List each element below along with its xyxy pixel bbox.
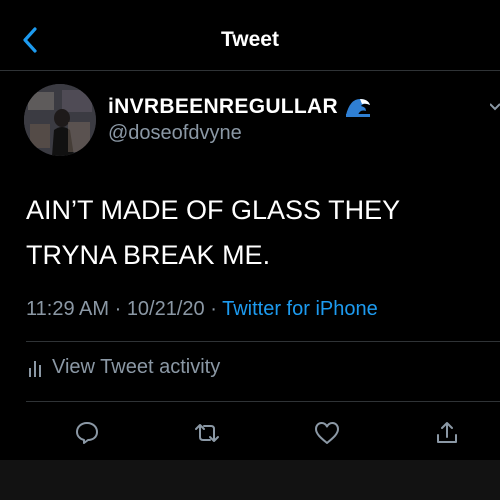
divider [26, 401, 500, 402]
page-title: Tweet [221, 28, 279, 51]
avatar[interactable] [24, 84, 96, 156]
separator-dot: · [210, 298, 223, 320]
tweet-text-line: AIN’T MADE OF GLASS THEY [26, 195, 401, 225]
display-name-text: iNVRBEENREGULLAR [108, 95, 338, 118]
display-name[interactable]: iNVRBEENREGULLAR [108, 95, 372, 119]
tweet-time: 11:29 AM [26, 298, 110, 320]
retweet-icon [195, 424, 219, 442]
tweet-metadata: 11:29 AM · 10/21/20 · Twitter for iPhone [26, 298, 378, 321]
top-nav-bar: Tweet [0, 0, 500, 71]
share-icon [437, 422, 457, 443]
tweet-source-link[interactable]: Twitter for iPhone [222, 298, 378, 320]
activity-label: View Tweet activity [52, 356, 221, 378]
tweet-date: 10/21/20 [126, 298, 205, 320]
bottom-bar [0, 460, 500, 500]
separator-dot: · [114, 298, 127, 320]
retweet-button[interactable] [192, 418, 222, 448]
user-handle[interactable]: @doseofdvyne [108, 122, 242, 145]
share-button[interactable] [432, 418, 462, 448]
avatar-photo [24, 84, 96, 156]
reply-button[interactable] [72, 418, 102, 448]
divider [26, 341, 500, 342]
wave-icon [344, 95, 372, 119]
chevron-down-icon[interactable] [490, 100, 500, 114]
tweet-text: AIN’T MADE OF GLASS THEY TRYNA BREAK ME. [26, 188, 466, 278]
view-tweet-activity-button[interactable]: View Tweet activity [28, 356, 220, 379]
tweet-text-line: TRYNA BREAK ME. [26, 240, 271, 270]
heart-icon [315, 422, 339, 444]
reply-icon [76, 422, 98, 444]
tweet-action-bar [0, 412, 500, 454]
like-button[interactable] [312, 418, 342, 448]
bar-chart-icon [29, 360, 41, 377]
